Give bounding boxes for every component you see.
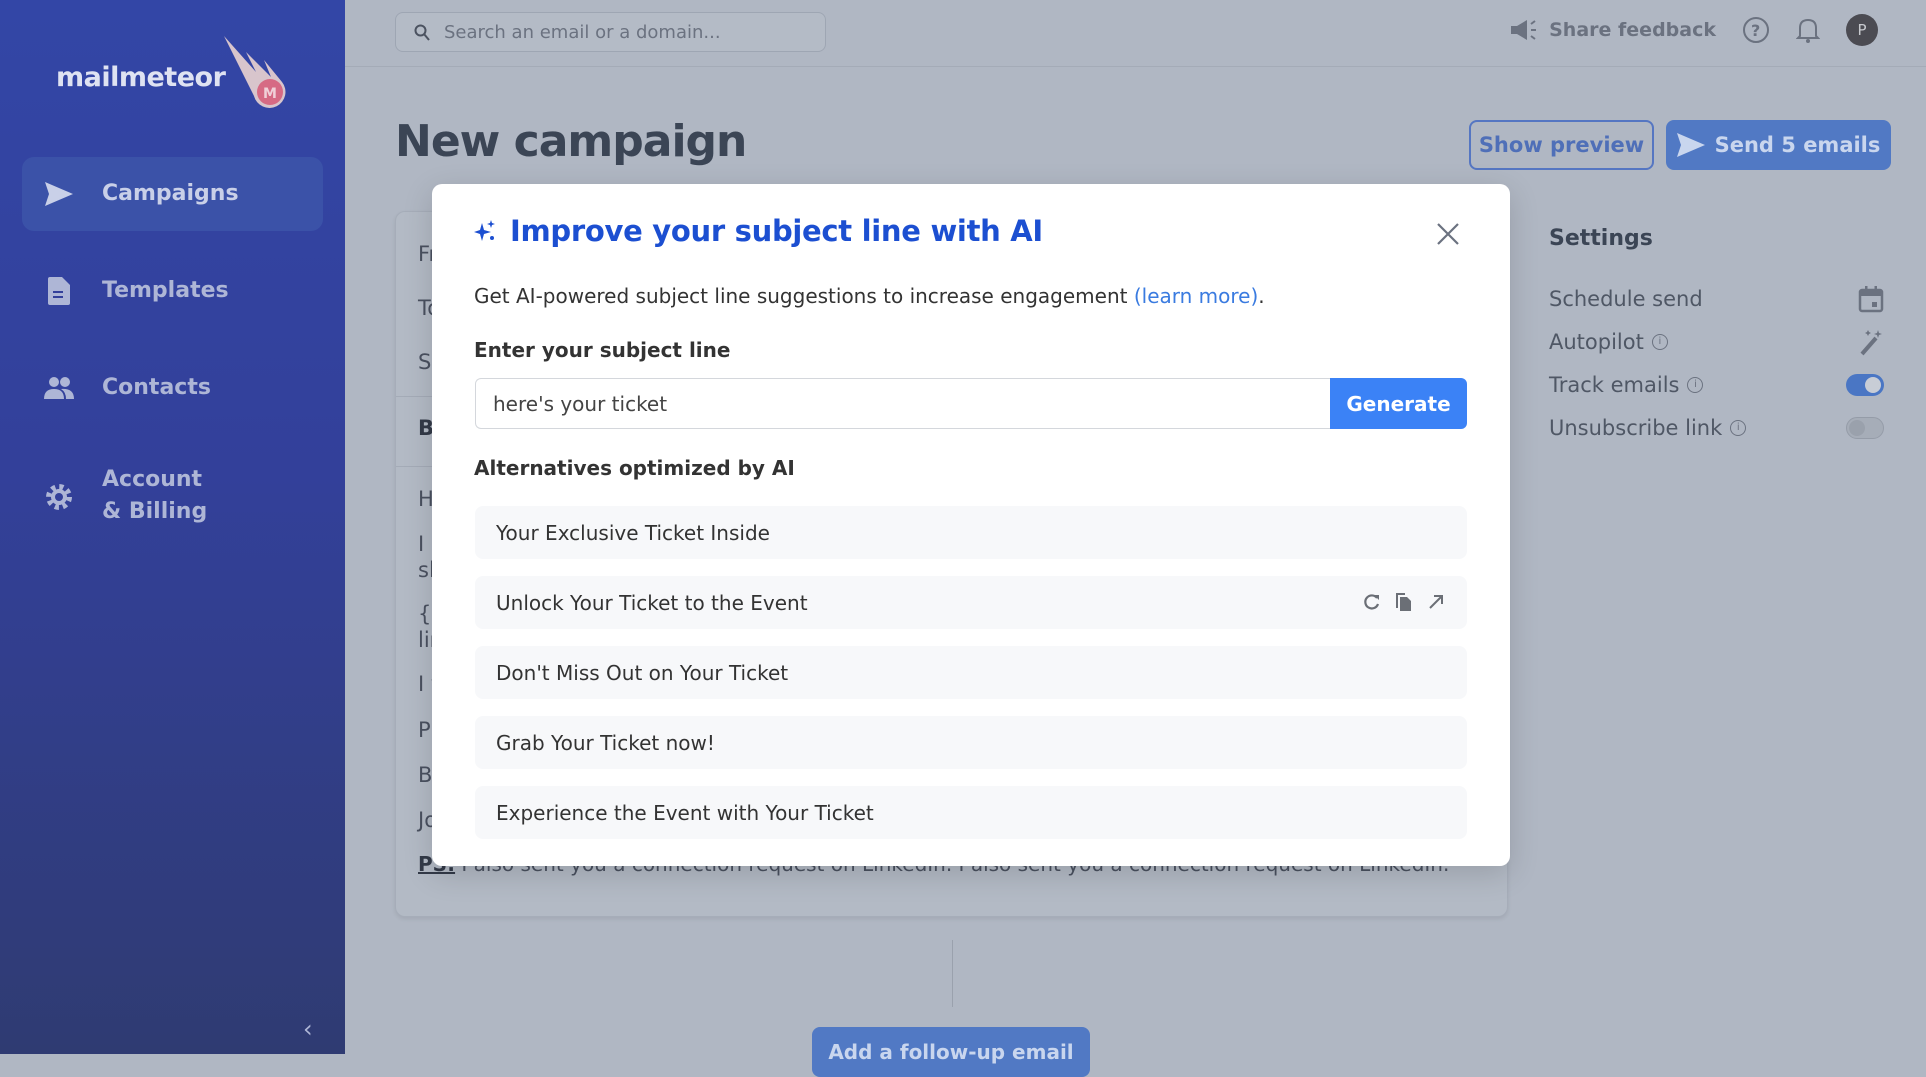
send-emails-button[interactable]: Send 5 emails	[1666, 120, 1891, 170]
alternative-item[interactable]: Grab Your Ticket now!	[475, 716, 1467, 769]
close-icon[interactable]	[1434, 220, 1462, 248]
sidebar-item-campaigns[interactable]: Campaigns	[22, 157, 323, 231]
modal-title: Improve your subject line with AI	[474, 214, 1043, 248]
alternative-text: Unlock Your Ticket to the Event	[496, 590, 808, 615]
people-icon	[44, 373, 74, 403]
alternative-item[interactable]: Experience the Event with Your Ticket	[475, 786, 1467, 839]
sidebar-item-label: Account	[102, 467, 203, 492]
send-icon	[44, 179, 74, 209]
avatar[interactable]: P	[1846, 14, 1878, 46]
learn-more-link[interactable]: (learn more)	[1134, 284, 1258, 308]
settings-title: Settings	[1549, 226, 1653, 251]
send-icon	[1676, 133, 1705, 157]
meteor-logo-icon: M	[224, 36, 286, 108]
sidebar-item-label: & Billing	[102, 499, 208, 524]
info-icon[interactable]: i	[1687, 376, 1704, 393]
search-input[interactable]: Search an email or a domain...	[395, 12, 826, 52]
search-icon	[414, 24, 430, 41]
document-icon	[44, 276, 74, 306]
sidebar-item-contacts[interactable]: Contacts	[22, 351, 323, 425]
calendar-icon[interactable]	[1858, 285, 1884, 313]
header-actions: Share feedback ? P	[1509, 14, 1878, 46]
generate-button[interactable]: Generate	[1330, 378, 1467, 429]
modal-description: Get AI-powered subject line suggestions …	[474, 284, 1265, 308]
setting-label: Autopilot	[1549, 329, 1644, 354]
logo[interactable]: mailmeteor M	[56, 36, 286, 108]
collapse-sidebar-chevron-icon[interactable]: ‹	[303, 1015, 313, 1043]
search-placeholder: Search an email or a domain...	[444, 21, 721, 43]
alternative-text: Don't Miss Out on Your Ticket	[496, 660, 789, 685]
description-end: .	[1258, 284, 1265, 308]
help-icon[interactable]: ?	[1742, 16, 1770, 44]
info-icon[interactable]: i	[1651, 333, 1668, 350]
svg-text:?: ?	[1751, 21, 1760, 40]
svg-text:M: M	[263, 86, 276, 102]
share-feedback-label: Share feedback	[1549, 19, 1716, 41]
sidebar: mailmeteor M Campaigns Templates Contact…	[0, 0, 345, 1054]
sidebar-item-label: Templates	[102, 278, 229, 303]
connector-line	[952, 940, 953, 1007]
send-button-label: Send 5 emails	[1714, 133, 1881, 157]
description-text: Get AI-powered subject line suggestions …	[474, 284, 1134, 308]
alternative-text: Your Exclusive Ticket Inside	[496, 520, 770, 545]
body-text[interactable]: B	[418, 763, 432, 787]
subject-line-input[interactable]	[475, 378, 1331, 429]
alternative-item[interactable]: Unlock Your Ticket to the Event	[475, 576, 1467, 629]
alternative-text: Experience the Event with Your Ticket	[496, 800, 874, 825]
add-follow-up-button[interactable]: Add a follow-up email	[812, 1027, 1090, 1077]
subject-line-label: Enter your subject line	[474, 338, 731, 362]
use-arrow-icon[interactable]	[1427, 593, 1445, 611]
alternative-actions	[1363, 592, 1445, 612]
alternative-item[interactable]: Don't Miss Out on Your Ticket	[475, 646, 1467, 699]
setting-label: Schedule send	[1549, 286, 1703, 311]
alternative-text: Grab Your Ticket now!	[496, 730, 715, 755]
header-divider	[345, 66, 1926, 67]
ai-subject-line-modal: Improve your subject line with AI Get AI…	[432, 184, 1510, 866]
settings-panel: Settings Schedule send Autopilot i Track…	[1549, 226, 1884, 449]
sparkle-icon	[474, 220, 495, 241]
bell-icon[interactable]	[1796, 16, 1820, 44]
sidebar-item-label: Contacts	[102, 375, 211, 400]
sidebar-item-label: Campaigns	[102, 181, 239, 206]
info-icon[interactable]: i	[1730, 419, 1747, 436]
sidebar-item-templates[interactable]: Templates	[22, 254, 323, 328]
setting-unsubscribe-link: Unsubscribe link i	[1549, 406, 1884, 449]
share-feedback-button[interactable]: Share feedback	[1509, 18, 1716, 42]
modal-title-text: Improve your subject line with AI	[510, 214, 1043, 248]
copy-icon[interactable]	[1395, 592, 1413, 612]
sidebar-item-account-billing[interactable]: Account & Billing	[22, 460, 323, 534]
page-title: New campaign	[395, 116, 747, 167]
refresh-icon[interactable]	[1363, 593, 1381, 611]
body-text[interactable]: P	[418, 718, 431, 742]
show-preview-button[interactable]: Show preview	[1469, 120, 1654, 170]
track-emails-toggle[interactable]	[1846, 373, 1884, 396]
setting-label: Unsubscribe link	[1549, 415, 1723, 440]
setting-label: Track emails	[1549, 372, 1680, 397]
setting-autopilot[interactable]: Autopilot i	[1549, 320, 1884, 363]
unsubscribe-link-toggle[interactable]	[1846, 416, 1884, 439]
magic-wand-icon[interactable]	[1858, 328, 1884, 356]
setting-track-emails: Track emails i	[1549, 363, 1884, 406]
alternatives-label: Alternatives optimized by AI	[474, 456, 795, 480]
gear-icon	[44, 482, 74, 512]
megaphone-icon	[1511, 20, 1537, 40]
setting-schedule-send[interactable]: Schedule send	[1549, 277, 1884, 320]
logo-text: mailmeteor	[56, 62, 226, 93]
alternative-item[interactable]: Your Exclusive Ticket Inside	[475, 506, 1467, 559]
